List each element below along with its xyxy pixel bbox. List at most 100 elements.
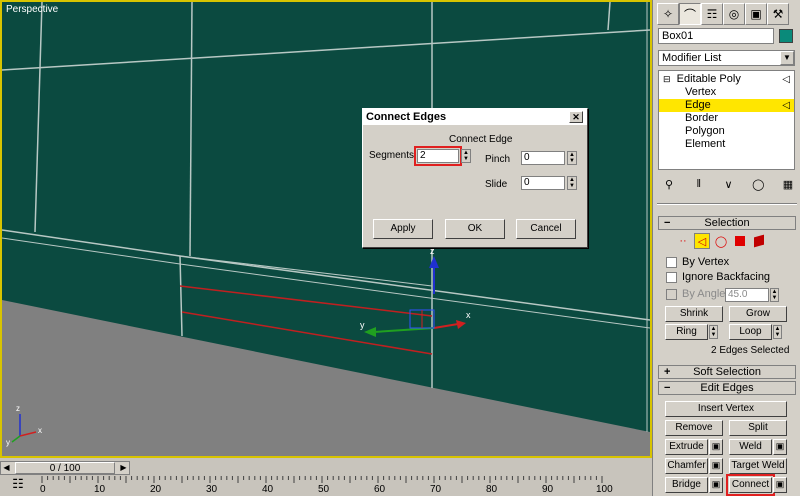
rollout-title: Selection <box>704 217 750 229</box>
remove-modifier-icon[interactable]: ◯ <box>750 178 766 194</box>
modifier-list-dropdown[interactable]: Modifier List ▼ <box>658 50 795 66</box>
cancel-button[interactable]: Cancel <box>516 219 576 239</box>
segments-spinner-icon[interactable]: ▲ ▼ <box>461 149 471 163</box>
spinner-icon[interactable]: ▲ ▼ <box>770 288 779 302</box>
stack-toolbar: ⚲ ‖ ∨ ◯ ▦ <box>661 178 796 194</box>
time-ruler[interactable]: 0 10 20 30 40 50 60 70 80 90 100 <box>40 476 652 496</box>
by-angle-field[interactable]: 45.0 <box>725 288 769 302</box>
ring-button[interactable]: Ring <box>665 324 708 340</box>
display-tab-icon[interactable]: ▣ <box>745 3 767 25</box>
selection-status: 2 Edges Selected <box>711 345 790 356</box>
motion-tab-icon[interactable]: ◎ <box>723 3 745 25</box>
extrude-button[interactable]: Extrude <box>665 439 708 455</box>
edge-level-icon[interactable]: ◁ <box>694 233 710 249</box>
dialog-titlebar[interactable]: Connect Edges ✕ <box>363 109 587 125</box>
polygon-level-icon[interactable] <box>732 233 748 249</box>
ruler-label: 50 <box>318 484 330 495</box>
ruler-label: 60 <box>374 484 386 495</box>
by-angle-checkbox[interactable]: By Angle: <box>666 288 728 300</box>
make-unique-icon[interactable]: ∨ <box>721 178 737 194</box>
checkbox-box[interactable] <box>666 256 677 268</box>
slide-label: Slide <box>485 179 508 190</box>
grow-button[interactable]: Grow <box>729 306 787 322</box>
loop-button[interactable]: Loop <box>729 324 772 340</box>
selection-rollout-header[interactable]: − Selection <box>658 216 796 230</box>
ruler-label: 100 <box>596 484 613 495</box>
ruler-label: 10 <box>94 484 106 495</box>
subobject-level-buttons: ·· ◁ ◯ <box>675 233 767 249</box>
time-slider[interactable]: ◀ 0 / 100 ▶ <box>0 461 130 475</box>
key-filter-icon[interactable]: ☷ <box>10 476 26 492</box>
ruler-label: 70 <box>430 484 442 495</box>
pinch-spinner-icon[interactable]: ▲ ▼ <box>567 151 577 165</box>
chamfer-settings-icon[interactable]: ▣ <box>709 458 723 474</box>
configure-sets-icon[interactable]: ▦ <box>780 178 796 194</box>
stack-item-border[interactable]: Border <box>659 112 794 125</box>
timeline: ◀ 0 / 100 ▶ ☷ 0 10 20 30 40 50 60 70 80 … <box>0 458 652 496</box>
bridge-button[interactable]: Bridge <box>665 477 708 493</box>
chamfer-button[interactable]: Chamfer <box>665 458 708 474</box>
object-color-swatch[interactable] <box>779 29 793 43</box>
collapse-icon[interactable]: ⊟ <box>663 74 671 84</box>
checkbox-label: Ignore Backfacing <box>682 271 771 283</box>
vertex-level-icon[interactable]: ·· <box>675 233 691 249</box>
extrude-settings-icon[interactable]: ▣ <box>709 439 723 455</box>
pinch-field[interactable]: 0 <box>521 151 565 165</box>
show-end-result-icon[interactable]: ‖ <box>691 178 707 194</box>
pin-stack-icon: ◁ <box>782 74 790 85</box>
apply-button[interactable]: Apply <box>373 219 433 239</box>
ignore-backfacing-checkbox[interactable]: Ignore Backfacing <box>666 271 770 283</box>
element-level-icon[interactable] <box>751 233 767 249</box>
chevron-down-icon[interactable]: ▼ <box>780 51 794 65</box>
create-tab-icon[interactable]: ✧ <box>657 3 679 25</box>
stack-item-label: Element <box>685 138 726 150</box>
time-prev-icon[interactable]: ◀ <box>1 462 12 474</box>
remove-button[interactable]: Remove <box>665 420 723 436</box>
stack-item-vertex[interactable]: Vertex <box>659 86 794 99</box>
tripod-x-label: x <box>38 426 42 435</box>
target-weld-button[interactable]: Target Weld <box>729 458 787 474</box>
ring-spinner-icon[interactable]: ▲ ▼ <box>709 325 718 339</box>
utilities-tab-icon[interactable]: ⚒ <box>767 3 789 25</box>
expand-icon: + <box>664 366 671 378</box>
ok-button[interactable]: OK <box>445 219 505 239</box>
object-name-field[interactable]: Box01 <box>658 28 774 44</box>
segments-label: Segments: <box>369 150 417 161</box>
segments-field[interactable]: 2 <box>414 146 462 166</box>
border-level-icon[interactable]: ◯ <box>713 233 729 249</box>
shrink-button[interactable]: Shrink <box>665 306 723 322</box>
modifier-list-label: Modifier List <box>662 52 722 64</box>
split-button[interactable]: Split <box>729 420 787 436</box>
stack-item-edge[interactable]: Edge ◁ <box>659 99 794 112</box>
soft-selection-rollout-header[interactable]: + Soft Selection <box>658 365 796 379</box>
weld-settings-icon[interactable]: ▣ <box>773 439 787 455</box>
bridge-settings-icon[interactable]: ▣ <box>709 477 723 493</box>
stack-root-item[interactable]: ⊟ Editable Poly ◁ <box>659 73 794 86</box>
close-icon[interactable]: ✕ <box>569 111 583 123</box>
checkbox-box[interactable] <box>666 271 677 283</box>
insert-vertex-button[interactable]: Insert Vertex <box>665 401 787 417</box>
pin-stack-icon[interactable]: ⚲ <box>661 178 677 194</box>
slide-spinner-icon[interactable]: ▲ ▼ <box>567 176 577 190</box>
connect-settings-icon[interactable]: ▣ <box>773 477 787 493</box>
rollout-title: Edit Edges <box>700 382 754 394</box>
command-panel: ✧ ⌒ ☶ ◎ ▣ ⚒ Box01 Modifier List ▼ ⊟ Edit… <box>652 0 800 496</box>
viewport-label[interactable]: Perspective <box>6 4 58 15</box>
loop-spinner-icon[interactable]: ▲ ▼ <box>773 325 782 339</box>
edit-edges-rollout-header[interactable]: − Edit Edges <box>658 381 796 395</box>
slide-field[interactable]: 0 <box>521 176 565 190</box>
weld-button[interactable]: Weld <box>729 439 772 455</box>
hierarchy-tab-icon[interactable]: ☶ <box>701 3 723 25</box>
stack-item-element[interactable]: Element <box>659 138 794 151</box>
ruler-label: 0 <box>40 484 46 495</box>
frame-display[interactable]: 0 / 100 <box>15 462 115 474</box>
rollout-title: Soft Selection <box>693 366 761 378</box>
stack-item-polygon[interactable]: Polygon <box>659 125 794 138</box>
checkbox-box[interactable] <box>666 288 677 300</box>
checkbox-label: By Vertex <box>682 256 730 268</box>
edge-subobject-icon: ◁ <box>782 100 790 111</box>
by-vertex-checkbox[interactable]: By Vertex <box>666 256 729 268</box>
connect-button[interactable]: Connect <box>726 474 775 496</box>
time-next-icon[interactable]: ▶ <box>118 462 129 474</box>
modify-tab-icon[interactable]: ⌒ <box>679 3 701 25</box>
